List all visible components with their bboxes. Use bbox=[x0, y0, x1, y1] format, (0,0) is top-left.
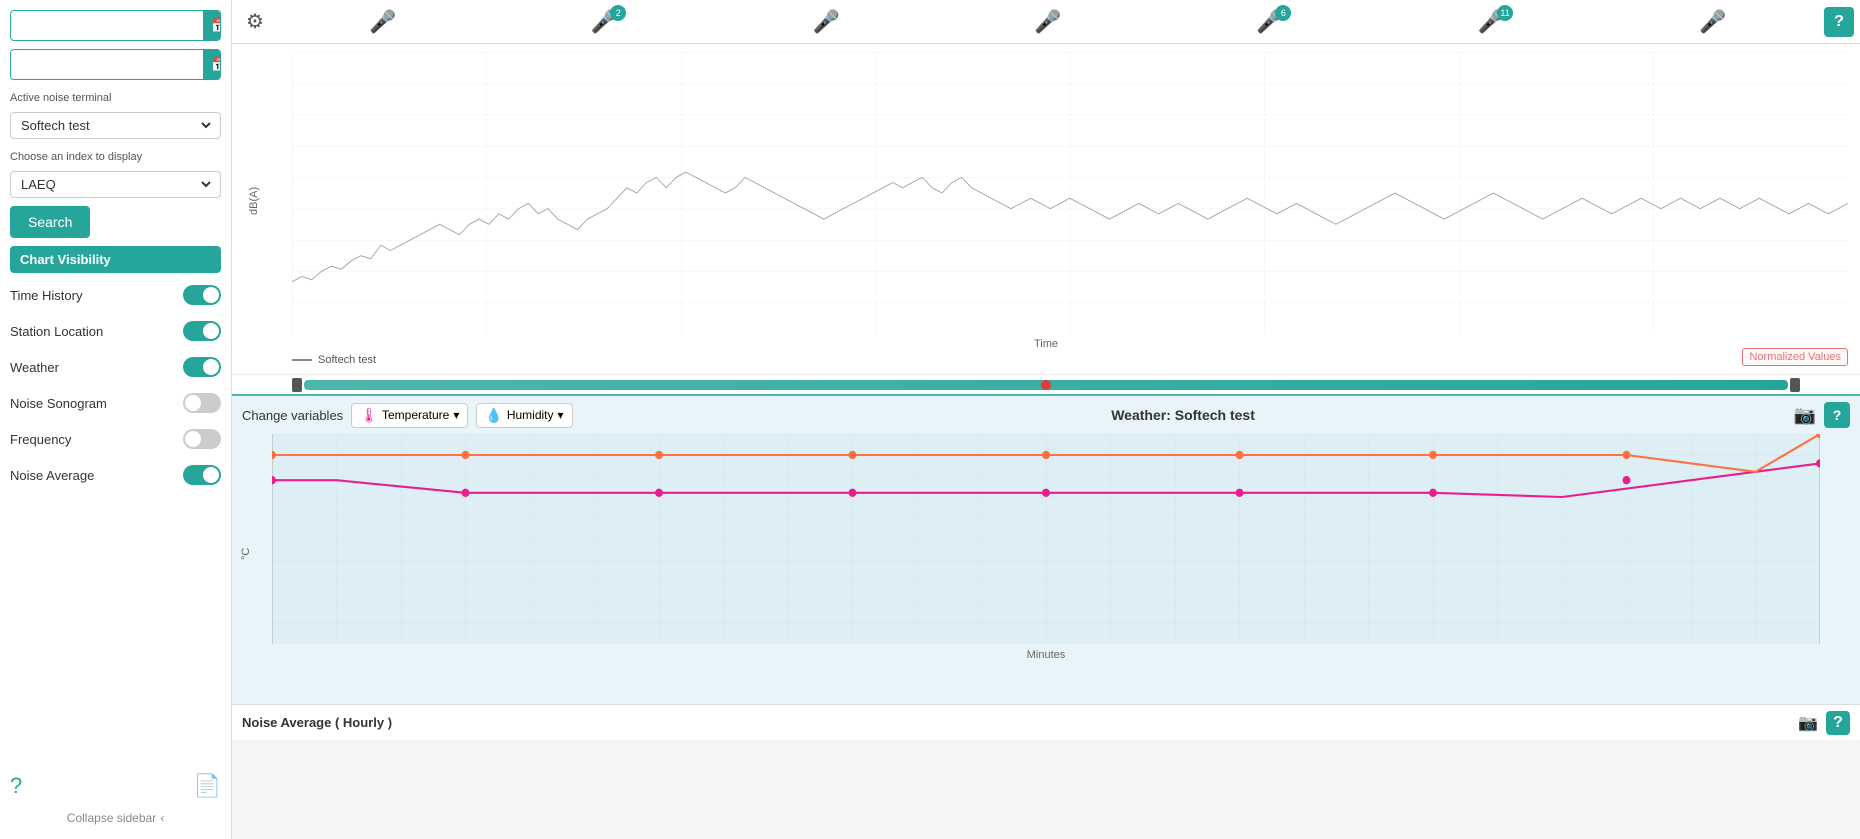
microphone-icon-1: 🎤 bbox=[369, 9, 396, 35]
mic-item-5[interactable]: 🎤 6 bbox=[1256, 9, 1283, 35]
toggle-row-weather: Weather bbox=[10, 353, 221, 381]
weather-toolbar: Change variables 🌡 Temperature ▾ 💧 Humid… bbox=[232, 396, 1860, 434]
weather-left-axis-label: °C bbox=[240, 548, 252, 560]
nav-track[interactable] bbox=[304, 380, 1788, 390]
noise-avg-camera-button[interactable]: 📷 bbox=[1798, 711, 1818, 735]
mic-badge-6: 11 bbox=[1497, 5, 1513, 21]
mic-item-3[interactable]: 🎤 bbox=[813, 9, 840, 35]
index-select[interactable]: LAEQ bbox=[17, 176, 214, 193]
time-history-chart-container: dB(A) 100 90 80 70 60 50 40 30 bbox=[232, 44, 1860, 374]
collapse-chevron-icon: ‹ bbox=[160, 811, 164, 825]
humidity-label: Humidity bbox=[507, 408, 554, 422]
weather-chart-container: Change variables 🌡 Temperature ▾ 💧 Humid… bbox=[232, 394, 1860, 704]
normalized-label: Normalized Values bbox=[1749, 351, 1841, 363]
weather-camera-button[interactable]: 📷 bbox=[1794, 405, 1816, 426]
mic-badge-5: 6 bbox=[1275, 5, 1291, 21]
main-content: ⚙ 🎤 🎤 2 🎤 🎤 🎤 6 bbox=[232, 0, 1860, 839]
toggle-row-station-location: Station Location bbox=[10, 317, 221, 345]
toggle-label-noise-sonogram: Noise Sonogram bbox=[10, 396, 107, 411]
nav-handle-right bbox=[1790, 378, 1800, 392]
index-label: Choose an index to display bbox=[10, 151, 221, 163]
active-noise-select-row: Softech test bbox=[10, 112, 221, 139]
weather-x-label: Minutes bbox=[1027, 649, 1066, 661]
noise-avg-icons: 📷 ? bbox=[1798, 711, 1850, 735]
mic-badge-2: 2 bbox=[610, 5, 626, 21]
collapse-label: Collapse sidebar bbox=[67, 811, 156, 825]
temperature-label: Temperature bbox=[382, 408, 449, 422]
start-date-calendar-btn[interactable]: 📅 bbox=[203, 11, 221, 40]
settings-button[interactable]: ⚙ bbox=[238, 5, 272, 38]
toolbar: ⚙ 🎤 🎤 2 🎤 🎤 🎤 6 bbox=[232, 0, 1860, 44]
mic-item-2[interactable]: 🎤 2 bbox=[591, 9, 618, 35]
toggle-row-noise-average: Noise Average bbox=[10, 461, 221, 489]
toggle-label-station-location: Station Location bbox=[10, 324, 103, 339]
change-variables-label: Change variables bbox=[242, 408, 343, 423]
weather-chart-svg: 18 16 14 12 10 8 6 4 2 0 100 90 80 70 60 bbox=[272, 434, 1820, 644]
legend-label: Softech test bbox=[318, 354, 376, 366]
temperature-icon: 🌡 bbox=[360, 407, 378, 424]
charts-area: dB(A) 100 90 80 70 60 50 40 30 bbox=[232, 44, 1860, 839]
noise-avg-label: Noise Average ( Hourly ) bbox=[242, 715, 392, 730]
humidity-select[interactable]: 💧 Humidity ▾ bbox=[476, 403, 572, 428]
search-button[interactable]: Search bbox=[10, 206, 90, 238]
collapse-sidebar-button[interactable]: Collapse sidebar ‹ bbox=[10, 811, 221, 829]
nav-position-dot[interactable] bbox=[1041, 380, 1051, 390]
humidity-chevron-icon: ▾ bbox=[558, 408, 564, 422]
toggle-time-history[interactable] bbox=[183, 285, 221, 305]
noise-avg-help-button[interactable]: ? bbox=[1826, 711, 1850, 735]
start-date-input[interactable]: 10-01-2021 bbox=[11, 12, 203, 39]
active-noise-label: Active noise terminal bbox=[10, 92, 221, 104]
y-axis-label: dB(A) bbox=[248, 187, 260, 215]
toggle-label-noise-average: Noise Average bbox=[10, 468, 94, 483]
sidebar-bottom: ? 📄 bbox=[10, 773, 221, 799]
toggle-weather[interactable] bbox=[183, 357, 221, 377]
mic-item-1[interactable]: 🎤 bbox=[369, 9, 396, 35]
pdf-button[interactable]: 📄 bbox=[194, 773, 221, 799]
sidebar: 10-01-2021 📅 10-07-2021 📅 Active noise t… bbox=[0, 0, 232, 839]
toggle-frequency[interactable] bbox=[183, 429, 221, 449]
x-axis-label-time: Time bbox=[1034, 338, 1058, 350]
microphone-icon-7: 🎤 bbox=[1699, 9, 1726, 35]
toggle-row-time-history: Time History bbox=[10, 281, 221, 309]
mic-item-4[interactable]: 🎤 bbox=[1034, 9, 1061, 35]
toggle-label-frequency: Frequency bbox=[10, 432, 71, 447]
temperature-select[interactable]: 🌡 Temperature ▾ bbox=[351, 403, 468, 428]
noise-average-bar: Noise Average ( Hourly ) 📷 ? bbox=[232, 704, 1860, 740]
end-date-calendar-btn[interactable]: 📅 bbox=[203, 50, 221, 79]
time-history-svg: 100 90 80 70 60 50 40 30 20 Oct 6, 2021 … bbox=[292, 52, 1848, 334]
help-toolbar-button[interactable]: ? bbox=[1824, 7, 1854, 37]
mic-section: 🎤 🎤 2 🎤 🎤 🎤 6 🎤 11 bbox=[272, 9, 1824, 35]
toggle-station-location[interactable] bbox=[183, 321, 221, 341]
weather-chart-area: °C bbox=[232, 434, 1860, 674]
weather-help-button[interactable]: ? bbox=[1824, 402, 1850, 428]
chart-navigator bbox=[232, 374, 1860, 394]
mic-item-6[interactable]: 🎤 11 bbox=[1478, 9, 1505, 35]
active-noise-select[interactable]: Softech test bbox=[17, 117, 214, 134]
end-date-row: 10-07-2021 📅 bbox=[10, 49, 221, 80]
help-button[interactable]: ? bbox=[10, 773, 22, 799]
toggle-label-weather: Weather bbox=[10, 360, 59, 375]
microphone-icon-3: 🎤 bbox=[813, 9, 840, 35]
nav-handle-left bbox=[292, 378, 302, 392]
toggle-label-time-history: Time History bbox=[10, 288, 82, 303]
mic-item-7[interactable]: 🎤 bbox=[1699, 9, 1726, 35]
toggle-row-noise-sonogram: Noise Sonogram bbox=[10, 389, 221, 417]
microphone-icon-4: 🎤 bbox=[1034, 9, 1061, 35]
index-select-row: LAEQ bbox=[10, 171, 221, 198]
temperature-chevron-icon: ▾ bbox=[453, 408, 459, 422]
start-date-row: 10-01-2021 📅 bbox=[10, 10, 221, 41]
toggle-row-frequency: Frequency bbox=[10, 425, 221, 453]
legend-line-icon bbox=[292, 359, 312, 361]
weather-chart-title: Weather: Softech test bbox=[581, 407, 1786, 423]
chart-visibility-header: Chart Visibility bbox=[10, 246, 221, 273]
toggle-noise-sonogram[interactable] bbox=[183, 393, 221, 413]
toggle-noise-average[interactable] bbox=[183, 465, 221, 485]
humidity-icon: 💧 bbox=[485, 407, 502, 424]
end-date-input[interactable]: 10-07-2021 bbox=[11, 51, 203, 78]
